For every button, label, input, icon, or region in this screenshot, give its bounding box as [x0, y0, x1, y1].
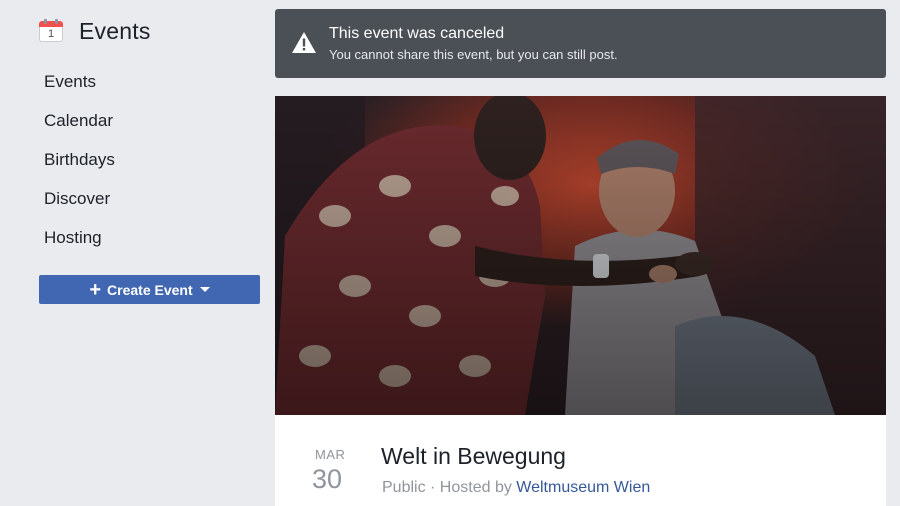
- warning-icon: [292, 32, 316, 58]
- sidebar-title[interactable]: Events: [79, 18, 151, 45]
- create-event-label: Create Event: [107, 281, 193, 298]
- event-title: Welt in Bewegung: [381, 443, 566, 469]
- banner-title: This event was canceled: [329, 25, 505, 42]
- event-meta: Public · Hosted by Weltmuseum Wien: [382, 479, 650, 497]
- sidebar-item-hosting[interactable]: Hosting: [44, 226, 115, 265]
- left-sidebar: 1 Events Events Calendar Birthdays Disco…: [0, 0, 270, 506]
- event-cover-photo[interactable]: [275, 96, 886, 415]
- event-privacy: Public: [382, 479, 426, 496]
- calendar-icon: 1: [38, 18, 64, 44]
- event-date-day: 30: [312, 464, 343, 494]
- hosted-by-label: Hosted by: [439, 479, 517, 496]
- sidebar-item-events[interactable]: Events: [44, 70, 115, 109]
- sidebar-nav: Events Calendar Birthdays Discover Hosti…: [44, 70, 115, 265]
- calendar-icon-day: 1: [39, 27, 63, 42]
- banner-subtitle: You cannot share this event, but you can…: [329, 47, 618, 62]
- event-details-card: MAR 30 Welt in Bewegung Public · Hosted …: [275, 415, 886, 506]
- meta-separator: ·: [425, 479, 440, 496]
- event-canceled-banner: This event was canceled You cannot share…: [275, 9, 886, 78]
- sidebar-header: 1 Events: [38, 16, 151, 46]
- create-event-button[interactable]: + Create Event: [39, 275, 260, 304]
- sidebar-item-discover[interactable]: Discover: [44, 187, 115, 226]
- plus-icon: +: [89, 278, 102, 301]
- event-host-link[interactable]: Weltmuseum Wien: [516, 479, 650, 496]
- sidebar-item-calendar[interactable]: Calendar: [44, 109, 115, 148]
- caret-down-icon: [199, 287, 210, 292]
- sidebar-item-birthdays[interactable]: Birthdays: [44, 148, 115, 187]
- event-date-month: MAR: [315, 447, 346, 462]
